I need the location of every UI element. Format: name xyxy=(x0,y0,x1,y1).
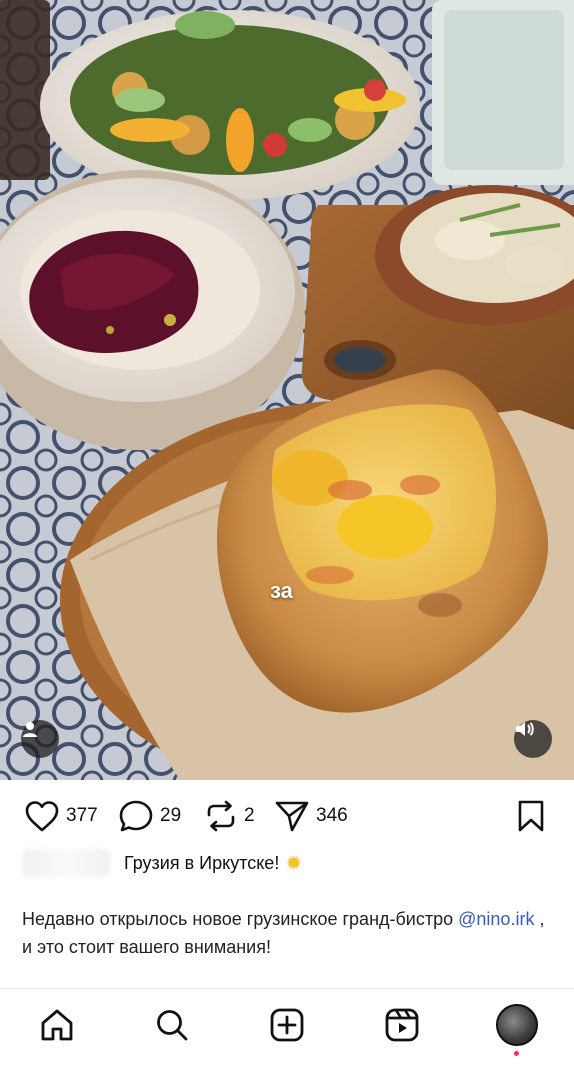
comment-count: 29 xyxy=(160,805,182,826)
share-count: 346 xyxy=(316,805,348,826)
food-photo xyxy=(0,0,574,780)
reels-icon xyxy=(385,1008,419,1042)
repost-count: 2 xyxy=(244,805,255,826)
sun-emoji-icon: ✹ xyxy=(285,852,303,875)
nav-home[interactable] xyxy=(37,1005,77,1045)
blurred-username[interactable] xyxy=(22,849,110,877)
video-overlay-text: за xyxy=(270,578,293,603)
nav-divider xyxy=(0,988,574,989)
nav-reels[interactable] xyxy=(382,1005,422,1045)
home-icon xyxy=(41,1009,73,1041)
repost-button[interactable]: 2 xyxy=(204,792,255,840)
bookmark-icon xyxy=(518,800,544,832)
sound-icon xyxy=(516,722,534,736)
tagged-users-button[interactable] xyxy=(21,720,59,758)
bottom-navigation xyxy=(0,995,574,1056)
like-count: 377 xyxy=(66,805,98,826)
heart-icon xyxy=(25,801,59,832)
sound-toggle-button[interactable] xyxy=(514,720,552,758)
nav-profile[interactable] xyxy=(495,1003,539,1056)
profile-avatar xyxy=(496,1004,538,1046)
user-icon xyxy=(23,722,37,737)
caption-body-text: Недавно открылось новое грузинское гранд… xyxy=(22,909,459,929)
save-button[interactable] xyxy=(516,792,546,840)
nav-search[interactable] xyxy=(152,1005,192,1045)
caption-header: Грузия в Иркутске! ✹ xyxy=(22,848,302,878)
like-button[interactable]: 377 xyxy=(24,792,98,840)
create-icon xyxy=(270,1008,304,1042)
search-icon xyxy=(157,1010,188,1041)
nav-create[interactable] xyxy=(267,1005,307,1045)
comment-button[interactable]: 29 xyxy=(118,792,181,840)
notification-dot xyxy=(514,1051,519,1056)
repost-icon xyxy=(207,800,235,832)
mention-link[interactable]: @nino.irk xyxy=(458,909,534,929)
share-button[interactable]: 346 xyxy=(274,792,348,840)
post-actions: 377 29 2 346 xyxy=(0,792,574,840)
caption-text: Недавно открылось новое грузинское гранд… xyxy=(22,905,552,961)
send-icon xyxy=(275,801,309,832)
caption-title: Грузия в Иркутске! xyxy=(124,852,280,873)
comment-icon xyxy=(119,800,153,832)
post-media[interactable]: за xyxy=(0,0,574,780)
